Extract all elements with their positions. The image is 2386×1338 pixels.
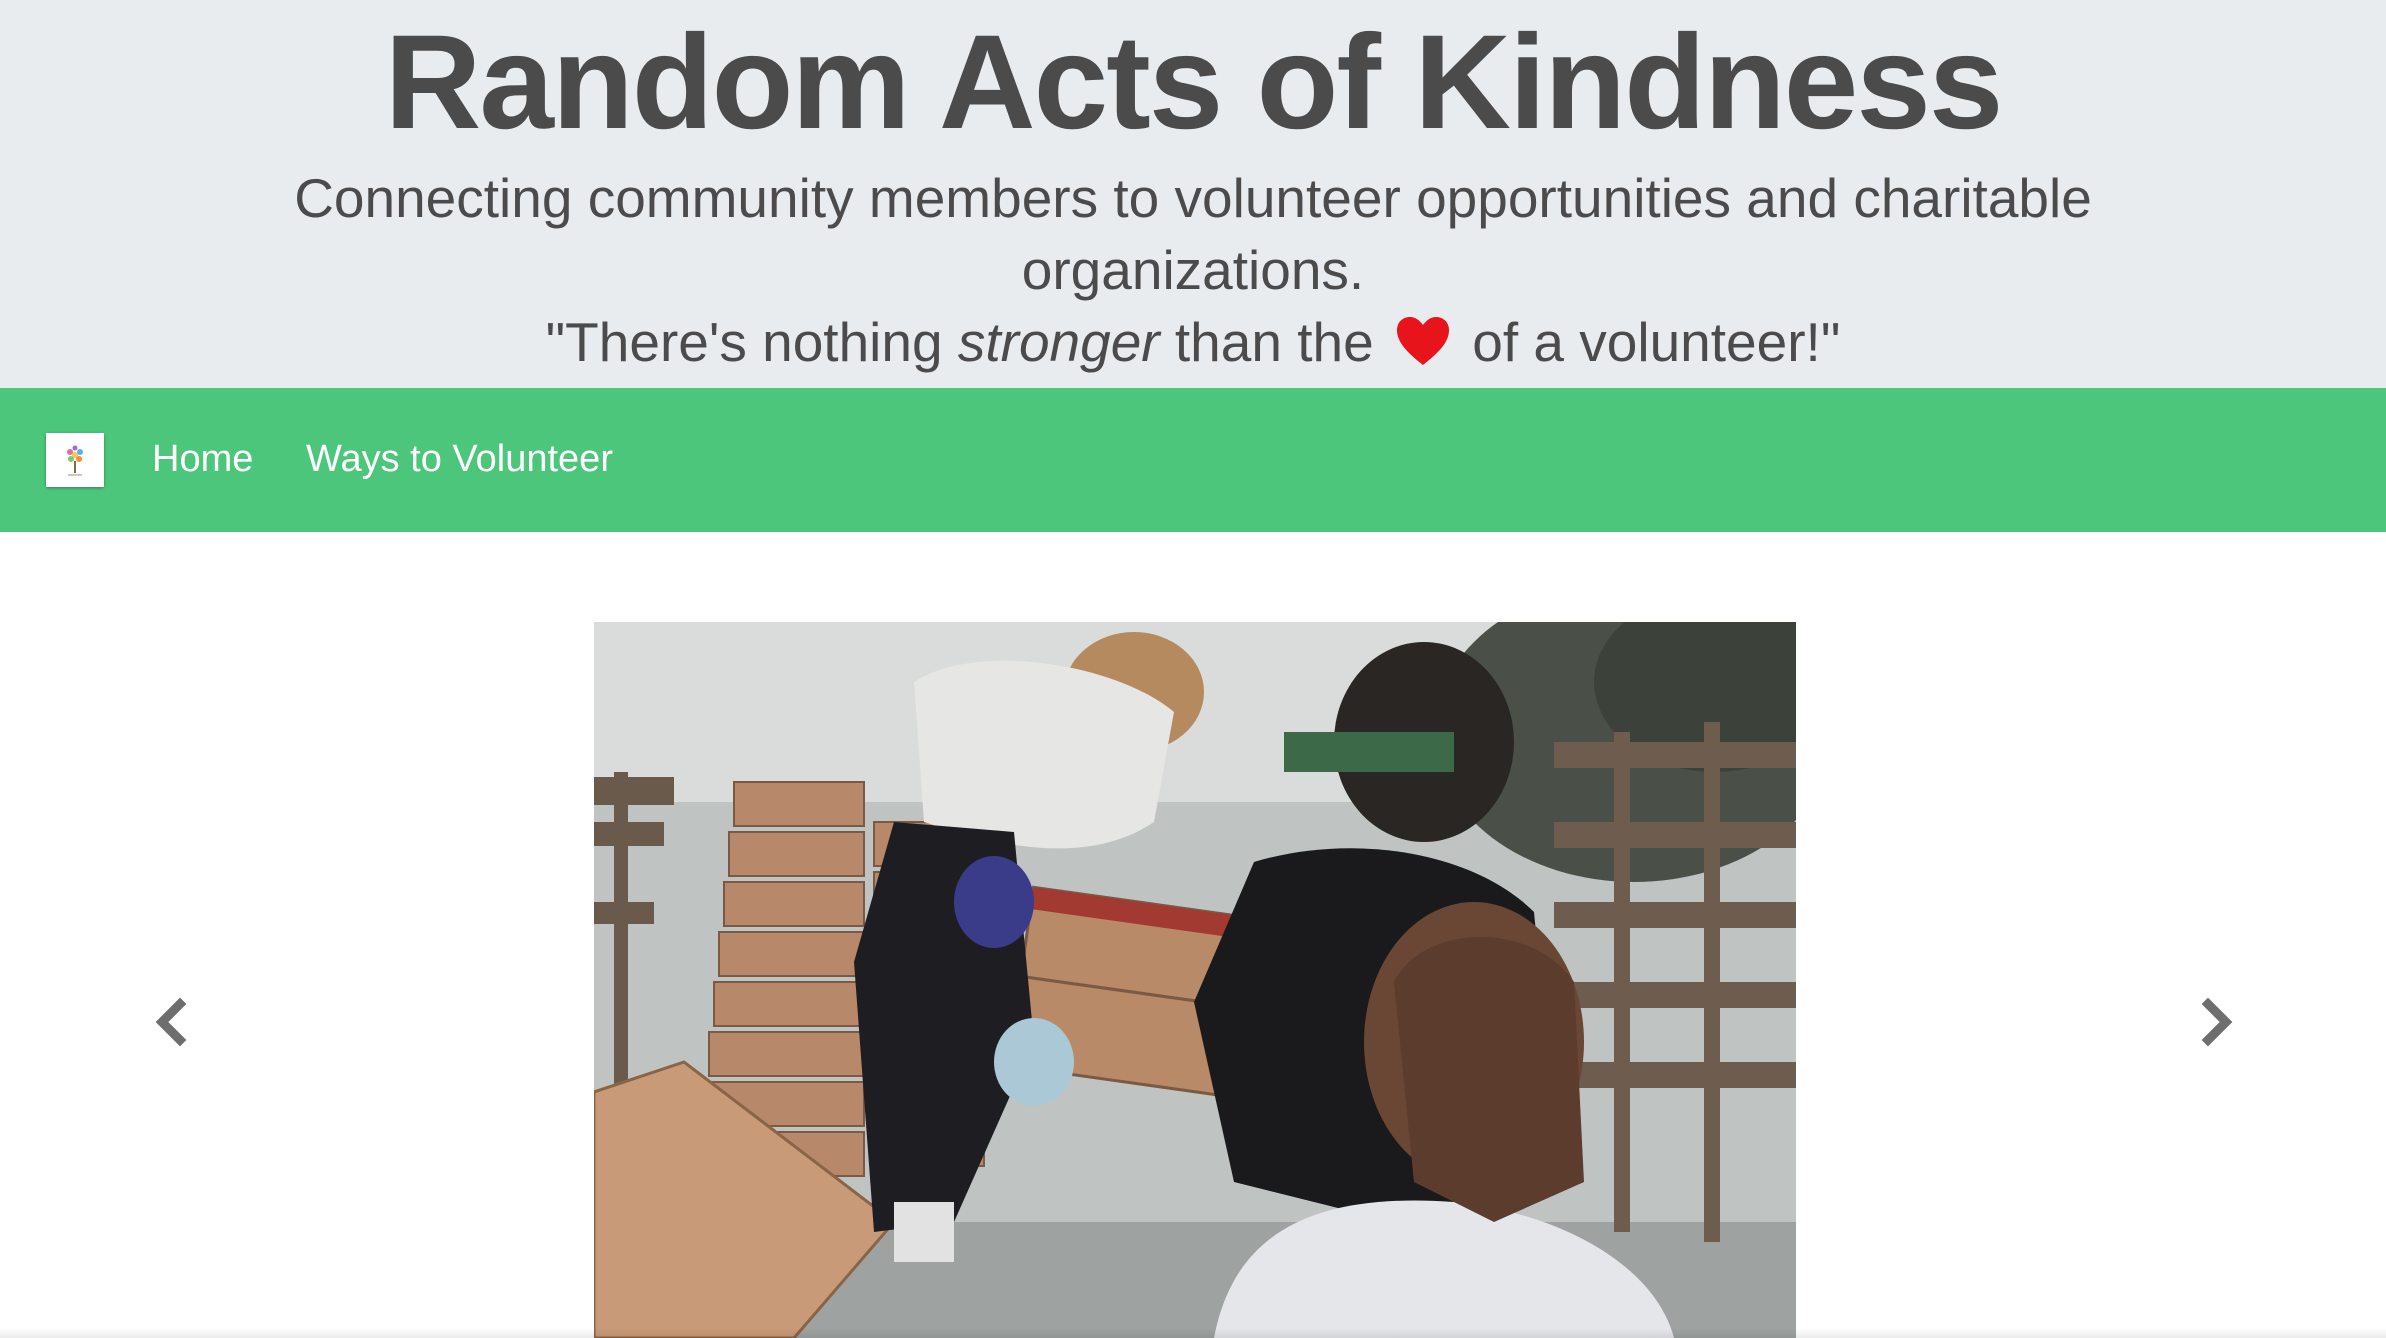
heart-icon (1395, 312, 1451, 365)
quote-text-middle: than the (1159, 311, 1374, 373)
site-tagline: Connecting community members to voluntee… (294, 167, 2092, 301)
tree-logo-icon (46, 433, 104, 487)
quote-text-start: "There's nothing (545, 311, 958, 373)
volunteers-unloading-produce-boxes-photo (594, 622, 1796, 1338)
brand-logo[interactable] (46, 433, 104, 487)
quote-text-end: of a volunteer!" (1456, 311, 1841, 373)
carousel-slide-image (594, 622, 1796, 1338)
carousel-next-button[interactable] (2186, 992, 2246, 1052)
carousel-prev-button[interactable] (142, 992, 202, 1052)
image-carousel (0, 532, 2386, 1338)
hero-banner: Random Acts of Kindness Connecting commu… (0, 0, 2386, 388)
bottom-shadow (0, 1328, 2386, 1338)
nav-link-ways-to-volunteer[interactable]: Ways to Volunteer (306, 434, 613, 484)
main-navbar: Home Ways to Volunteer (0, 388, 2386, 532)
site-title: Random Acts of Kindness (384, 8, 2004, 157)
chevron-left-icon (155, 997, 187, 1047)
volunteer-quote: "There's nothing stronger than the of a … (0, 306, 2386, 378)
nav-link-home[interactable]: Home (152, 434, 253, 484)
quote-emphasis: stronger (957, 311, 1160, 373)
chevron-right-icon (2201, 997, 2233, 1047)
